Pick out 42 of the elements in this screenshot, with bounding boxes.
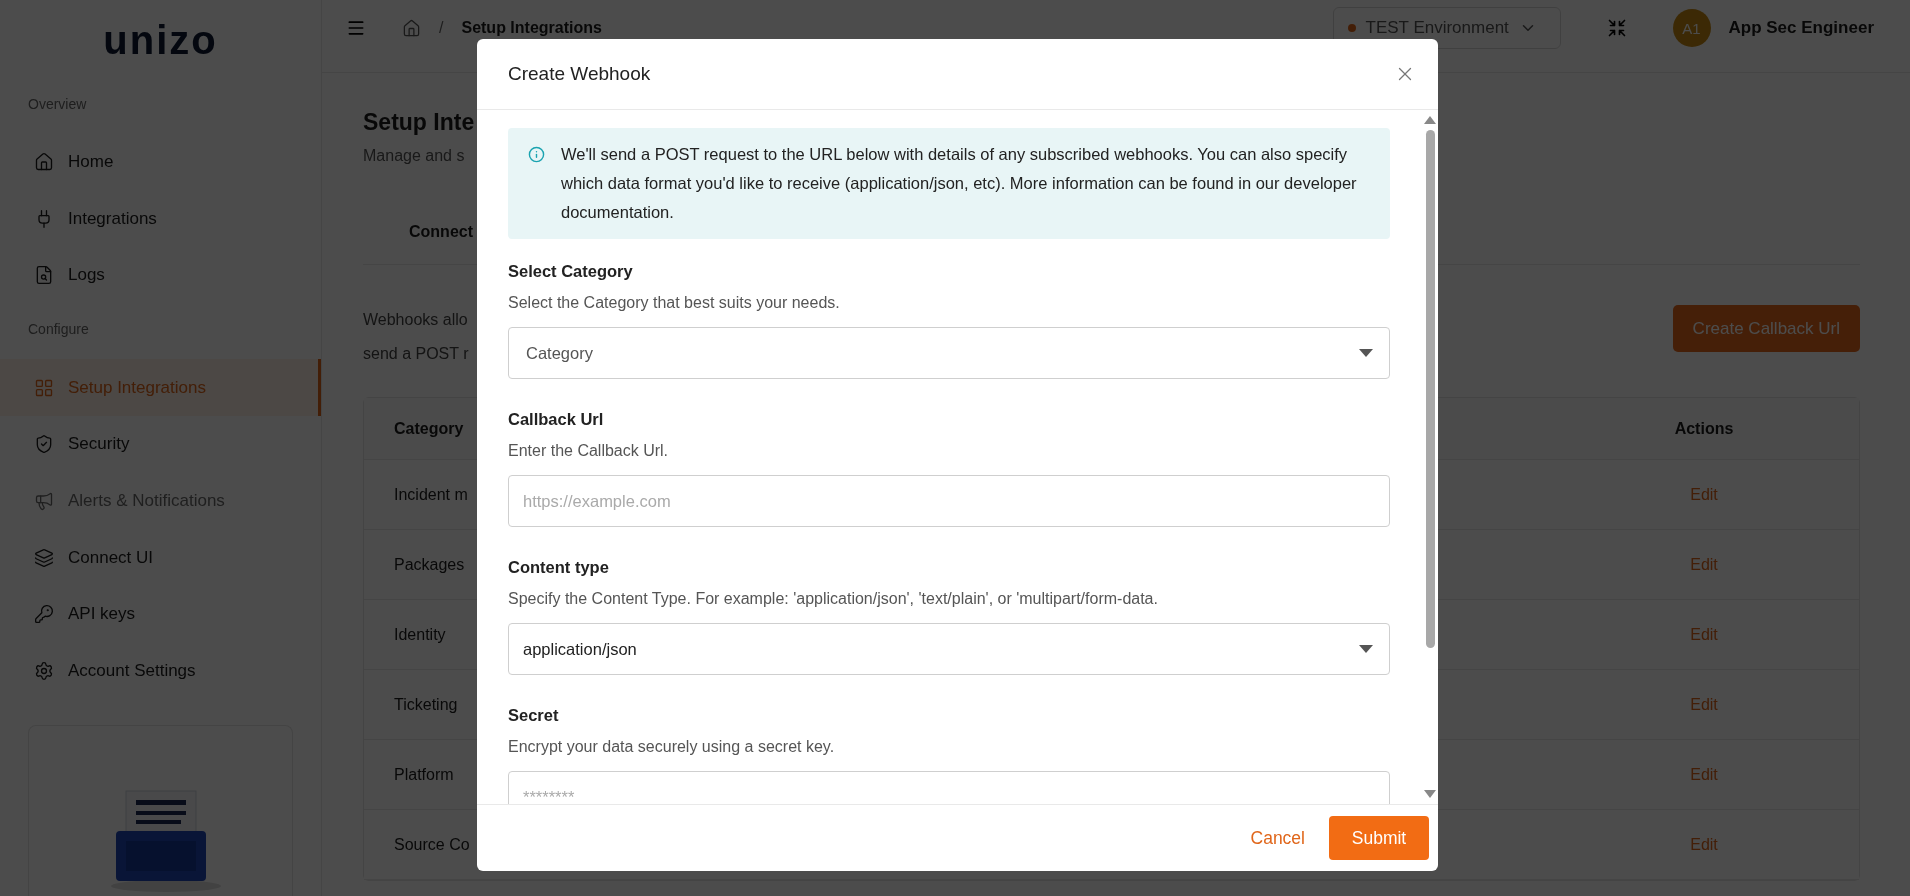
edit-link[interactable]: Edit <box>1690 695 1718 714</box>
logo: unizo <box>102 18 219 64</box>
breadcrumb-separator: / <box>439 19 444 37</box>
edit-link[interactable]: Edit <box>1690 625 1718 644</box>
user-name: App Sec Engineer <box>1728 18 1874 38</box>
table-cell: Incident m <box>394 485 468 504</box>
url-input[interactable]: https://example.com <box>508 475 1390 527</box>
select-field[interactable]: Category <box>508 327 1390 379</box>
column-header: Actions <box>1674 419 1734 438</box>
dialog-title: Create Webhook <box>508 63 651 85</box>
caret-icon <box>1359 645 1373 653</box>
table-cell: Identity <box>394 625 446 644</box>
scroll-down-icon <box>1424 790 1436 798</box>
edit-link[interactable]: Edit <box>1690 485 1718 504</box>
edit-link[interactable]: Edit <box>1690 765 1718 784</box>
table-cell: Platform <box>394 765 454 784</box>
caret-icon <box>1359 349 1373 357</box>
column-header: Category <box>394 419 464 438</box>
page-title: Setup Inte <box>363 108 475 137</box>
table-cell: Packages <box>394 555 465 574</box>
field-help: Specify the Content Type. For example: 'application/json', 'text/plain', or 'multipart/form-data. <box>508 589 1158 609</box>
scroll-up-icon <box>1424 116 1436 124</box>
breadcrumb: Setup Integrations <box>461 19 602 37</box>
field-label: Content type <box>508 557 609 578</box>
tab[interactable]: Connect <box>409 222 473 241</box>
table-cell: Ticketing <box>394 695 458 714</box>
edit-link[interactable]: Edit <box>1690 555 1718 574</box>
field-label: Select Category <box>508 261 633 282</box>
info-text: We'll send a POST request to the URL below with details of any subscribed webhooks. You can also specify which data format you'd like to receive (application/json, etc). More information can be found in our developer documentation. <box>561 144 1358 223</box>
table-cell: Source Co <box>394 835 470 854</box>
field-help: Select the Category that best suits your needs. <box>508 293 840 313</box>
cancel-button[interactable]: Cancel <box>1246 819 1309 857</box>
secret-input[interactable]: ******** <box>508 771 1390 804</box>
field-help: Enter the Callback Url. <box>508 441 669 461</box>
submit-button[interactable]: Submit <box>1329 816 1429 860</box>
field-label: Secret <box>508 705 559 726</box>
edit-link[interactable]: Edit <box>1690 835 1718 854</box>
description-text: Webhooks allo <box>363 310 468 330</box>
field-label: Callback Url <box>508 409 604 430</box>
select-field[interactable]: application/json <box>508 623 1390 675</box>
field-help: Encrypt your data securely using a secret key. <box>508 737 835 757</box>
info-icon <box>528 146 545 163</box>
